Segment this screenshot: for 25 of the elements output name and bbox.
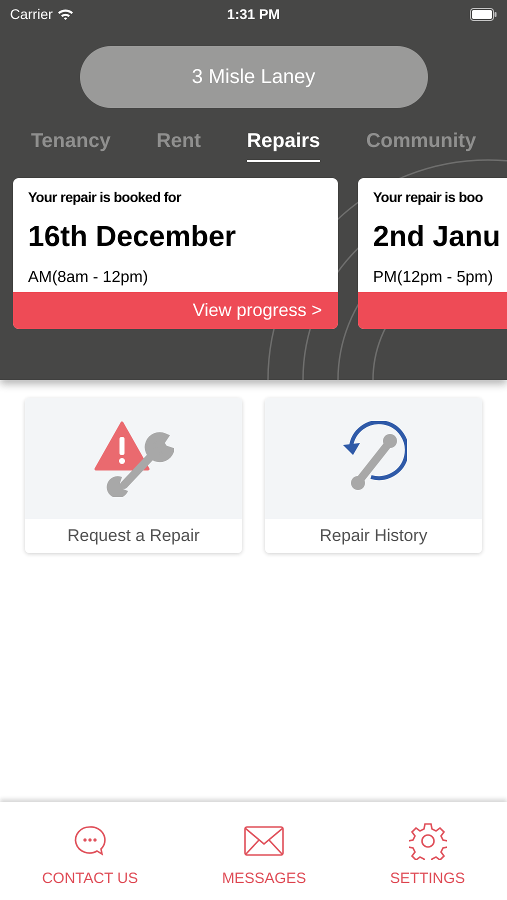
property-selector[interactable]: 3 Misle Laney <box>80 46 428 108</box>
tab[interactable]: Rent <box>156 126 201 162</box>
booking-date: 2nd Janu <box>373 220 500 255</box>
clock-label: 1:31 PM <box>227 4 280 24</box>
tab[interactable]: Repairs <box>246 126 320 162</box>
carrier-label: Carrier <box>10 4 53 24</box>
tab[interactable]: Tenancy <box>30 126 111 162</box>
menu-tile[interactable]: Repair History <box>265 398 482 553</box>
booking-heading: Your repair is boo <box>373 188 483 207</box>
booking-slot: PM(12pm - 5pm) <box>373 266 494 290</box>
wifi-icon <box>56 8 74 20</box>
booking-slot: AM(8am - 12pm) <box>28 266 148 290</box>
battery-icon <box>470 8 497 20</box>
warning-wrench-icon <box>94 420 174 496</box>
menu-tile[interactable]: Request a Repair <box>25 398 242 553</box>
nav-button[interactable]: CONTACT US <box>42 822 138 890</box>
chat-bubble-icon <box>73 825 107 857</box>
envelope-icon <box>244 826 284 856</box>
nav-button[interactable]: MESSAGES <box>222 822 306 890</box>
booking-heading: Your repair is booked for <box>28 188 181 207</box>
booking-date: 16th December <box>28 220 236 255</box>
settings-icon <box>408 822 447 860</box>
progress-bar-button[interactable]: View progress > <box>13 292 338 329</box>
nav-button[interactable]: SETTINGS <box>390 822 466 890</box>
tab[interactable]: Community <box>366 126 476 162</box>
